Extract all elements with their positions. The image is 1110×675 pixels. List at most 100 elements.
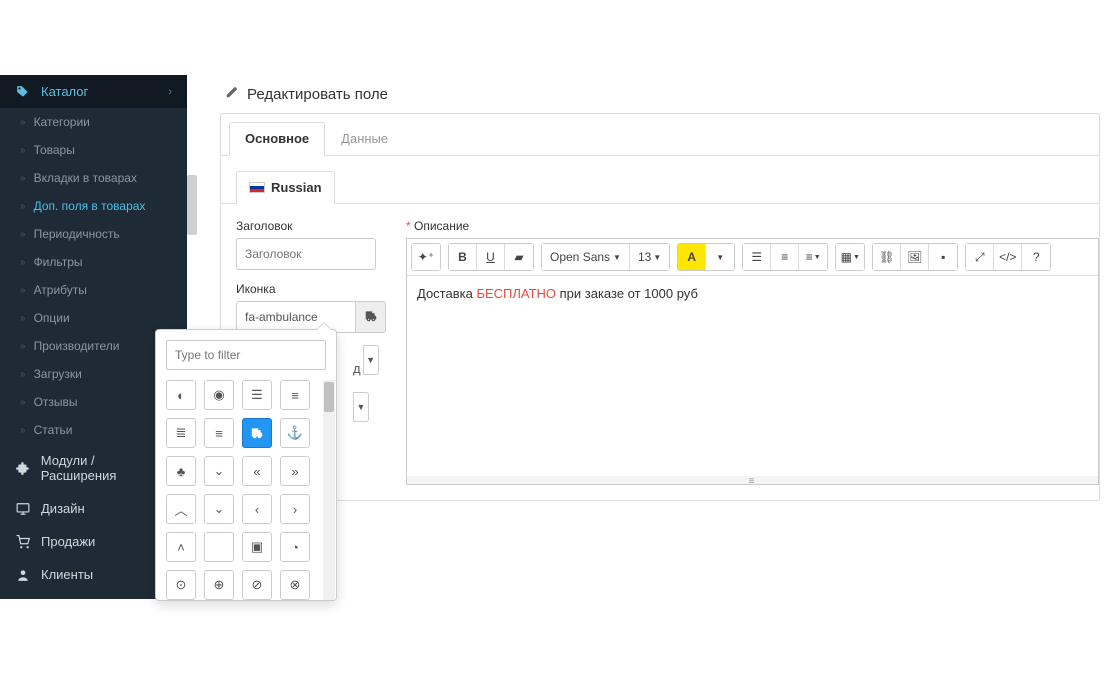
fullscreen-button[interactable]: ⤢ [966,244,994,270]
font-label: Open Sans [550,250,610,264]
icon-arrow-right[interactable]: ⊘ [242,570,272,600]
title-input[interactable] [236,238,376,270]
nav-sub-label: Категории [34,115,90,129]
arrow-icon: » [20,341,26,352]
icon-align-justify[interactable]: ≡ [280,380,310,410]
nav-sub-label: Статьи [34,423,73,437]
dropdown-toggle-2[interactable]: ▼ [353,392,369,422]
icon-angle-double-left[interactable]: « [242,456,272,486]
edit-panel: Основное Данные Russian Заголовок Иконка [220,113,1100,501]
arrow-icon: » [20,313,26,324]
description-label: Описание [406,219,1099,233]
nav-filters[interactable]: »Фильтры [0,248,187,276]
icon-angle-left[interactable]: ‹ [242,494,272,524]
nav-catalog[interactable]: Каталог › [0,75,187,108]
lang-tab-russian[interactable]: Russian [236,171,335,204]
icon-area-chart[interactable]: ◔ [280,532,310,562]
icon-adn[interactable]: ◉ [204,380,234,410]
icon-align-center[interactable]: ☰ [242,380,272,410]
eraser-button[interactable]: ▰ [505,244,533,270]
help-button[interactable]: ? [1022,244,1050,270]
ambulance-icon [364,309,378,326]
tags-icon [15,85,31,99]
nav-categories[interactable]: »Категории [0,108,187,136]
icon-picker-button[interactable] [356,301,386,333]
nav-products[interactable]: »Товары [0,136,187,164]
tab-data[interactable]: Данные [325,122,404,155]
cart-icon [15,535,31,549]
video-button[interactable]: ▪ [929,244,957,270]
nav-sub-label: Доп. поля в товарах [34,199,146,213]
icon-align-right[interactable]: ≡ [204,418,234,448]
editor-resize-handle[interactable]: ≡ [407,476,1098,484]
nav-section-label: Продажи [41,534,95,549]
icon-arrow-up[interactable]: ⊗ [280,570,310,600]
bold-icon: B [458,250,467,264]
list-ul-icon: ☰ [751,250,762,264]
user-icon [15,568,31,582]
link-button[interactable]: ⛓ [873,244,901,270]
nav-sub-label: Отзывы [34,395,78,409]
icon-android[interactable]: ♣ [166,456,196,486]
dropdown-toggle-1[interactable]: ▼ [363,345,379,375]
table-button[interactable]: ▦▼ [836,244,864,270]
picker-search [156,330,336,380]
caret-icon: ▼ [716,253,724,262]
icon-angle-double-right[interactable]: » [280,456,310,486]
align-button[interactable]: ≡▼ [799,244,827,270]
code-icon: </> [999,250,1016,264]
right-column: Описание ✦⁺ B U ▰ Open Sans ▼ 13▼ [406,219,1099,485]
arrow-icon: » [20,397,26,408]
lang-tabs: Russian [221,156,1099,204]
chevron-right-icon: › [168,86,172,98]
monitor-icon [15,502,31,516]
picker-filter-input[interactable] [166,340,326,370]
icon-archive[interactable]: ▣ [242,532,272,562]
color-a-icon: A [687,250,696,264]
bold-button[interactable]: B [449,244,477,270]
desc-text-2: при заказе от 1000 руб [556,286,698,301]
size-select[interactable]: 13▼ [630,244,669,270]
image-button[interactable]: 🖼 [901,244,929,270]
list-ul-button[interactable]: ☰ [743,244,771,270]
nav-extra-fields[interactable]: »Доп. поля в товарах [0,192,187,220]
icon-arrow-left[interactable]: ⊕ [204,570,234,600]
icon-angle-right[interactable]: › [280,494,310,524]
nav-tabs-products[interactable]: »Вкладки в товарах [0,164,187,192]
arrow-icon: » [20,257,26,268]
nav-periodicity[interactable]: » Периодичность [0,220,187,248]
tab-main[interactable]: Основное [229,122,325,156]
lang-label: Russian [271,180,322,195]
list-ol-button[interactable]: ≡ [771,244,799,270]
icon-anchor[interactable]: ⚓ [280,418,310,448]
underline-button[interactable]: U [477,244,505,270]
sidebar-resize-handle[interactable] [187,175,197,235]
icon-picker-popover: ◐ ◉ ☰ ≡ ≣ ≡ ⚓ ♣ ⌄ « » ︿ ⌄ ‹ › ˄ ▣ ◔ [155,329,337,601]
picker-grid: ◐ ◉ ☰ ≡ ≣ ≡ ⚓ ♣ ⌄ « » ︿ ⌄ ‹ › ˄ ▣ ◔ [156,380,336,600]
text-color-button[interactable]: A [678,244,706,270]
title-label: Заголовок [236,219,386,233]
color-dropdown-button[interactable]: ▼ [706,244,734,270]
icon-apple[interactable] [204,532,234,562]
code-button[interactable]: </> [994,244,1022,270]
font-select[interactable]: Open Sans ▼ [542,244,630,270]
icon-angle-up[interactable]: ˄ [166,532,196,562]
editor-content[interactable]: Доставка БЕСПЛАТНО при заказе от 1000 ру… [407,276,1098,476]
magic-button[interactable]: ✦⁺ [412,244,440,270]
editor-toolbar: ✦⁺ B U ▰ Open Sans ▼ 13▼ A ▼ [407,239,1098,276]
nav-sub-label: Периодичность [34,227,120,241]
icon-adjust[interactable]: ◐ [166,380,196,410]
arrow-icon: » [20,229,26,240]
icon-align-left[interactable]: ≣ [166,418,196,448]
nav-options[interactable]: »Опции [0,304,187,332]
puzzle-icon [15,461,31,475]
icon-arrow-down[interactable]: ⊙ [166,570,196,600]
icon-ambulance[interactable] [242,418,272,448]
nav-attributes[interactable]: »Атрибуты [0,276,187,304]
icon-angle-double-down[interactable]: ⌄ [204,456,234,486]
arrow-icon: » [20,173,26,184]
icon-angle-double-up[interactable]: ︿ [166,494,196,524]
rich-editor: ✦⁺ B U ▰ Open Sans ▼ 13▼ A ▼ [406,238,1099,485]
caret-icon: ▼ [814,254,821,261]
icon-angle-down[interactable]: ⌄ [204,494,234,524]
